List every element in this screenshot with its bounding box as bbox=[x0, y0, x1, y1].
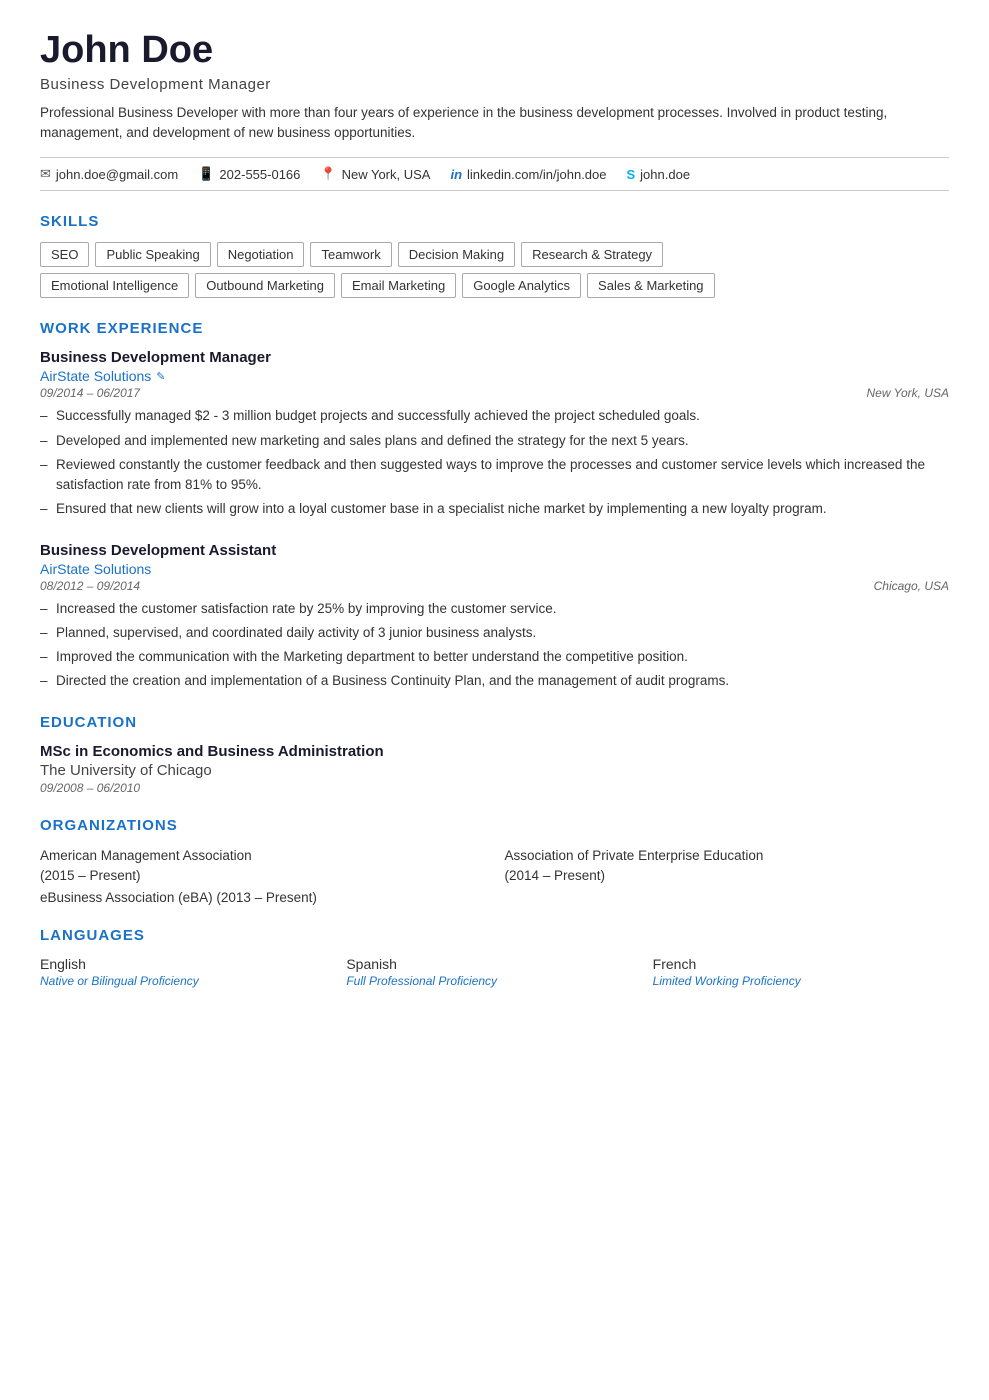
languages-grid: English Native or Bilingual Proficiency Sp… bbox=[40, 956, 949, 988]
work-bullets: Successfully managed $2 - 3 million budg… bbox=[40, 406, 949, 519]
skill-tag: Sales & Marketing bbox=[587, 273, 715, 298]
work-job-title: Business Development Assistant bbox=[40, 542, 949, 559]
skill-tag: Negotiation bbox=[217, 242, 305, 267]
email-contact: ✉ john.doe@gmail.com bbox=[40, 166, 178, 182]
job-title: Business Development Manager bbox=[40, 76, 949, 93]
work-job-title: Business Development Manager bbox=[40, 349, 949, 366]
work-location: New York, USA bbox=[867, 386, 949, 400]
edu-degree: MSc in Economics and Business Administra… bbox=[40, 743, 949, 760]
work-entry: Business Development Manager AirState Sol… bbox=[40, 349, 949, 519]
work-company: AirState Solutions bbox=[40, 561, 949, 577]
education-title: EDUCATION bbox=[40, 714, 949, 731]
skills-section: SKILLS SEOPublic Speaking NegotiationTeam… bbox=[40, 213, 949, 298]
languages-title: LANGUAGES bbox=[40, 927, 949, 944]
language-level: Full Professional Proficiency bbox=[346, 974, 642, 988]
org-item: American Management Association (2015 – … bbox=[40, 846, 485, 887]
org-item: Association of Private Enterprise Educat… bbox=[505, 846, 950, 887]
location-icon: 📍 bbox=[320, 166, 336, 182]
email-value: john.doe@gmail.com bbox=[56, 167, 178, 182]
work-bullet: Ensured that new clients will grow into … bbox=[40, 499, 949, 519]
education-entry: MSc in Economics and Business Administra… bbox=[40, 743, 949, 795]
work-bullet: Planned, supervised, and coordinated dai… bbox=[40, 623, 949, 643]
linkedin-value: linkedin.com/in/john.doe bbox=[467, 167, 606, 182]
org-entries: American Management Association (2015 – … bbox=[40, 846, 949, 906]
work-location: Chicago, USA bbox=[874, 579, 949, 593]
edu-school: The University of Chicago bbox=[40, 762, 949, 779]
organizations-section: ORGANIZATIONS American Management Associ… bbox=[40, 817, 949, 906]
work-dates: 09/2014 – 06/2017 bbox=[40, 386, 140, 400]
language-name: English bbox=[40, 956, 336, 972]
edu-entries: MSc in Economics and Business Administra… bbox=[40, 743, 949, 795]
skill-tag: Emotional Intelligence bbox=[40, 273, 189, 298]
skills-container: SEOPublic Speaking NegotiationTeamwork Dec… bbox=[40, 242, 949, 298]
skill-tag: Public Speaking bbox=[95, 242, 210, 267]
phone-contact: 📱 202-555-0166 bbox=[198, 166, 300, 182]
languages-section: LANGUAGES English Native or Bilingual Pro… bbox=[40, 927, 949, 988]
external-link-icon[interactable]: ✎ bbox=[156, 370, 165, 383]
skills-title: SKILLS bbox=[40, 213, 949, 230]
language-name: Spanish bbox=[346, 956, 642, 972]
location-contact: 📍 New York, USA bbox=[320, 166, 430, 182]
work-entries: Business Development Manager AirState Sol… bbox=[40, 349, 949, 691]
language-item: English Native or Bilingual Proficiency bbox=[40, 956, 336, 988]
skill-tag: SEO bbox=[40, 242, 89, 267]
skill-tag: Outbound Marketing bbox=[195, 273, 335, 298]
org-item: eBusiness Association (eBA) (2013 – Pres… bbox=[40, 890, 949, 905]
location-value: New York, USA bbox=[342, 167, 431, 182]
language-item: Spanish Full Professional Proficiency bbox=[346, 956, 642, 988]
skype-contact: S john.doe bbox=[627, 167, 691, 182]
work-bullet: Improved the communication with the Mark… bbox=[40, 647, 949, 667]
work-dates: 08/2012 – 09/2014 bbox=[40, 579, 140, 593]
edu-dates: 09/2008 – 06/2010 bbox=[40, 781, 949, 795]
work-bullet: Reviewed constantly the customer feedbac… bbox=[40, 455, 949, 496]
skill-tag: Research & Strategy bbox=[521, 242, 663, 267]
work-bullets: Increased the customer satisfaction rate… bbox=[40, 599, 949, 692]
orgs-grid: American Management Association (2015 – … bbox=[40, 846, 949, 887]
email-icon: ✉ bbox=[40, 166, 51, 182]
language-item: French Limited Working Proficiency bbox=[653, 956, 949, 988]
skype-icon: S bbox=[627, 167, 636, 182]
work-experience-title: WORK EXPERIENCE bbox=[40, 320, 949, 337]
work-company: AirState Solutions ✎ bbox=[40, 368, 949, 384]
language-level: Native or Bilingual Proficiency bbox=[40, 974, 336, 988]
linkedin-contact[interactable]: in linkedin.com/in/john.doe bbox=[450, 167, 606, 182]
work-bullet: Increased the customer satisfaction rate… bbox=[40, 599, 949, 619]
work-bullet: Developed and implemented new marketing … bbox=[40, 431, 949, 451]
work-bullet: Successfully managed $2 - 3 million budg… bbox=[40, 406, 949, 426]
work-bullet: Directed the creation and implementation… bbox=[40, 671, 949, 691]
work-experience-section: WORK EXPERIENCE Business Development Man… bbox=[40, 320, 949, 691]
skills-row-1: SEOPublic Speaking NegotiationTeamwork Dec… bbox=[40, 242, 949, 267]
phone-value: 202-555-0166 bbox=[219, 167, 300, 182]
candidate-name: John Doe bbox=[40, 30, 949, 72]
language-name: French bbox=[653, 956, 949, 972]
organizations-title: ORGANIZATIONS bbox=[40, 817, 949, 834]
linkedin-icon: in bbox=[450, 167, 462, 182]
education-section: EDUCATION MSc in Economics and Business … bbox=[40, 714, 949, 795]
skill-tag: Google Analytics bbox=[462, 273, 581, 298]
summary-text: Professional Business Developer with mor… bbox=[40, 103, 949, 144]
work-meta: 09/2014 – 06/2017 New York, USA bbox=[40, 386, 949, 400]
phone-icon: 📱 bbox=[198, 166, 214, 182]
skill-tag: Decision Making bbox=[398, 242, 515, 267]
skype-value: john.doe bbox=[640, 167, 690, 182]
skills-row-2: Emotional IntelligenceOutbound Marketing… bbox=[40, 273, 949, 298]
contact-bar: ✉ john.doe@gmail.com 📱 202-555-0166 📍 Ne… bbox=[40, 157, 949, 191]
work-entry: Business Development Assistant AirState S… bbox=[40, 542, 949, 692]
skill-tag: Teamwork bbox=[310, 242, 391, 267]
language-level: Limited Working Proficiency bbox=[653, 974, 949, 988]
work-meta: 08/2012 – 09/2014 Chicago, USA bbox=[40, 579, 949, 593]
skill-tag: Email Marketing bbox=[341, 273, 456, 298]
